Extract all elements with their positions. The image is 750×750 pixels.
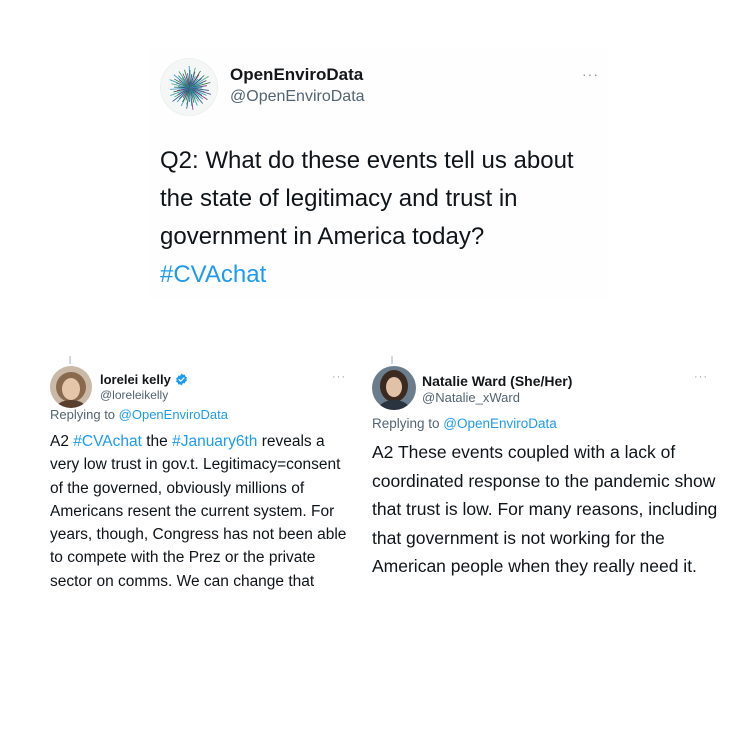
reply-handle[interactable]: @Natalie_xWard bbox=[422, 390, 520, 405]
hashtag-link-january6th[interactable]: #January6th bbox=[172, 433, 257, 450]
reply-display-name[interactable]: lorelei kelly bbox=[100, 372, 188, 387]
main-tweet-text: Q2: What do these events tell us about t… bbox=[160, 142, 600, 294]
thread-line bbox=[391, 356, 393, 364]
avatar[interactable] bbox=[50, 366, 92, 408]
more-options-icon[interactable]: ··· bbox=[694, 372, 708, 383]
hashtag-link-cvachat[interactable]: #CVAchat bbox=[73, 433, 142, 450]
reply-display-name[interactable]: Natalie Ward (She/Her) bbox=[422, 373, 572, 389]
main-display-name[interactable]: OpenEnviroData bbox=[230, 65, 363, 85]
avatar-photo bbox=[372, 366, 416, 410]
reply-name-text[interactable]: lorelei kelly bbox=[100, 372, 171, 387]
verified-badge-icon bbox=[175, 373, 187, 386]
replying-prefix: Replying to bbox=[372, 416, 444, 431]
reply-text-part: the bbox=[141, 433, 173, 450]
openenvirodata-avatar[interactable] bbox=[160, 58, 218, 116]
avatar-photo bbox=[50, 366, 92, 408]
reply-tweet-text: A2 These events coupled with a lack of c… bbox=[372, 442, 718, 577]
main-handle[interactable]: @OpenEnviroData bbox=[230, 88, 365, 106]
main-tweet-body: Q2: What do these events tell us about t… bbox=[160, 147, 574, 250]
reply-tweet-text: A2 #CVAchat the #January6th reveals a ve… bbox=[50, 430, 356, 593]
main-hashtag-link[interactable]: #CVAchat bbox=[160, 261, 266, 288]
reply-tweet-natalie[interactable]: Natalie Ward (She/Her) @Natalie_xWard ··… bbox=[368, 350, 718, 650]
replying-prefix: Replying to bbox=[50, 407, 119, 422]
more-options-icon[interactable]: ··· bbox=[582, 67, 599, 81]
avatar[interactable] bbox=[372, 366, 416, 410]
reply-handle[interactable]: @loreleikelly bbox=[100, 388, 168, 402]
starburst-logo-icon bbox=[169, 66, 212, 110]
reply-tweet-lorelei[interactable]: lorelei kelly @loreleikelly ··· Replying… bbox=[46, 350, 366, 650]
main-tweet[interactable]: OpenEnviroData @OpenEnviroData ··· Q2: W… bbox=[148, 48, 608, 298]
reply-text-part: reveals a very low trust in gov.t. Legit… bbox=[50, 433, 347, 590]
replying-to-line: Replying to @OpenEnviroData bbox=[50, 407, 228, 422]
replying-to-line: Replying to @OpenEnviroData bbox=[372, 416, 557, 431]
replying-to-link[interactable]: @OpenEnviroData bbox=[119, 407, 228, 422]
thread-line bbox=[69, 356, 71, 364]
more-options-icon[interactable]: ··· bbox=[332, 372, 346, 383]
reply-text-part: A2 bbox=[50, 433, 74, 450]
replying-to-link[interactable]: @OpenEnviroData bbox=[443, 416, 557, 431]
